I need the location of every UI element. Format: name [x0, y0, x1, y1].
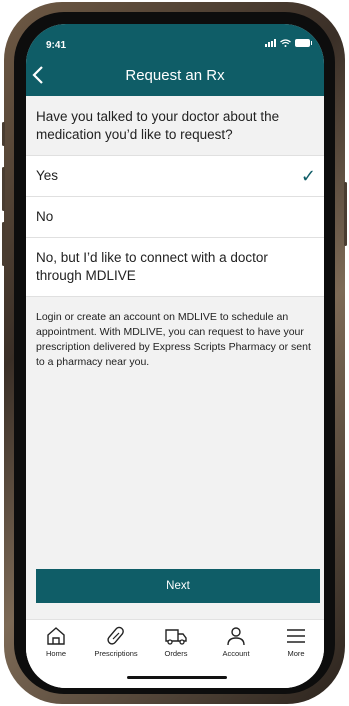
- tab-label: Account: [222, 649, 250, 658]
- screen: 9:41 Request an Rx Have you talked to yo…: [26, 24, 324, 688]
- option-label: No: [36, 209, 54, 224]
- option-no[interactable]: No: [26, 196, 324, 237]
- signal-icon: [265, 39, 276, 47]
- option-label: No, but I’d like to connect with a docto…: [36, 250, 268, 283]
- power-button: [344, 182, 347, 246]
- checkmark-icon: ✓: [300, 166, 316, 186]
- header: 9:41 Request an Rx: [26, 24, 324, 96]
- status-time: 9:41: [46, 40, 67, 51]
- tab-more[interactable]: More: [266, 626, 324, 666]
- question-text: Have you talked to your doctor about the…: [26, 96, 324, 155]
- truck-icon: [165, 629, 187, 645]
- tab-label: Orders: [164, 649, 188, 658]
- mute-switch: [2, 122, 5, 146]
- volume-up-button: [2, 167, 5, 211]
- next-button[interactable]: Next: [36, 569, 320, 603]
- volume-down-button: [2, 222, 5, 266]
- battery-icon: [295, 39, 312, 47]
- home-indicator[interactable]: [127, 676, 227, 679]
- pill-icon: [107, 626, 124, 645]
- info-text: Login or create an account on MDLIVE to …: [36, 311, 311, 368]
- wifi-icon: [280, 39, 291, 47]
- person-icon: [227, 627, 245, 646]
- tab-home[interactable]: Home: [26, 626, 86, 666]
- page-title: Request an Rx: [125, 67, 225, 84]
- tab-prescriptions[interactable]: Prescriptions: [86, 626, 146, 666]
- tab-account[interactable]: Account: [206, 626, 266, 666]
- option-connect-mdlive[interactable]: No, but I’d like to connect with a docto…: [26, 237, 324, 297]
- tab-orders[interactable]: Orders: [146, 626, 206, 666]
- tab-label: Prescriptions: [94, 649, 138, 658]
- tab-label: Home: [45, 649, 66, 658]
- status-icons: [265, 39, 312, 47]
- home-icon: [47, 627, 65, 645]
- option-label: Yes: [36, 168, 59, 183]
- tab-label: More: [287, 649, 305, 658]
- option-yes[interactable]: Yes ✓: [26, 155, 324, 196]
- menu-icon: [287, 629, 305, 643]
